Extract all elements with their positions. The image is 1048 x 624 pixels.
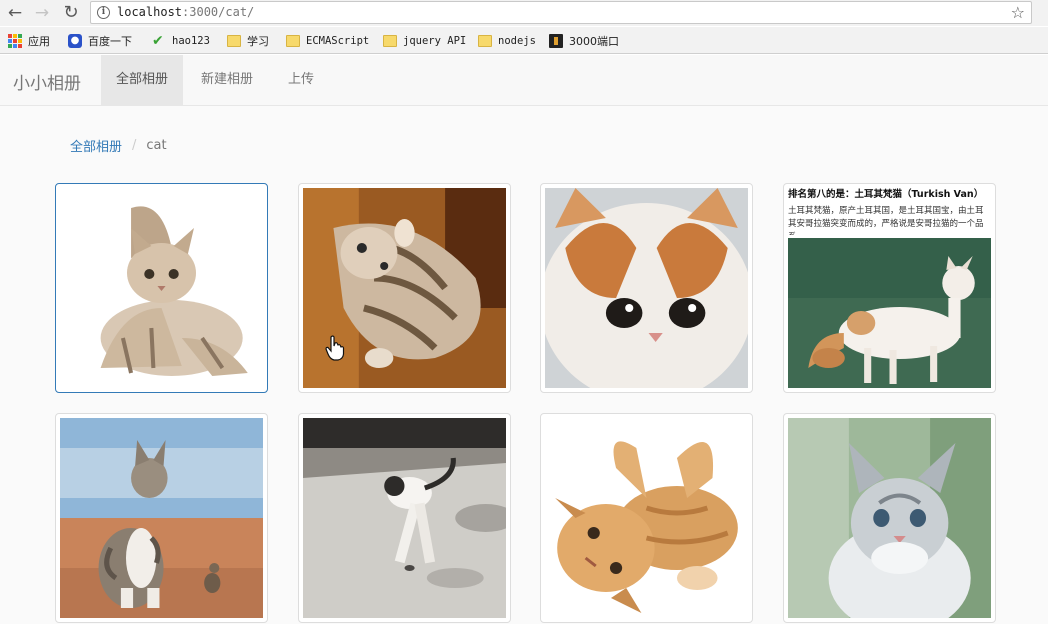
cat-photo xyxy=(60,188,263,388)
brand-title[interactable]: 小小相册 xyxy=(13,69,81,94)
nav-all-albums[interactable]: 全部相册 xyxy=(101,55,184,105)
nav-upload[interactable]: 上传 xyxy=(273,55,329,105)
bookmarks-bar: 应用 ● 百度一下 ✔ hao123 学习 ECMAScript jquery … xyxy=(0,27,1048,54)
cat-photo xyxy=(788,238,991,388)
bookmark-folder-jquery[interactable]: jquery API xyxy=(383,32,466,49)
address-bar[interactable]: i localhost:3000/cat/ ☆ xyxy=(90,1,1032,24)
folder-icon xyxy=(383,35,397,47)
reload-icon[interactable]: ↻ xyxy=(60,2,82,24)
photo-thumbnail[interactable] xyxy=(540,183,753,393)
folder-icon xyxy=(227,35,241,47)
info-icon[interactable]: i xyxy=(97,6,110,19)
photo-thumbnail[interactable] xyxy=(55,413,268,623)
bookmark-folder-nodejs[interactable]: nodejs xyxy=(478,32,536,49)
bookmark-star-icon[interactable]: ☆ xyxy=(1011,2,1025,23)
url-text[interactable]: localhost:3000/cat/ xyxy=(117,5,254,19)
breadcrumb-current: cat xyxy=(146,138,167,153)
photo-thumbnail[interactable] xyxy=(298,413,511,623)
site-navbar: 小小相册 全部相册 新建相册 上传 xyxy=(0,55,1048,106)
bookmark-hao123[interactable]: ✔ hao123 xyxy=(152,32,210,49)
baidu-paw-icon: ● xyxy=(68,33,82,48)
photo-thumbnail[interactable] xyxy=(540,413,753,623)
photo-thumbnail[interactable] xyxy=(298,183,511,393)
hao123-icon: ✔ xyxy=(152,32,164,49)
back-arrow-icon[interactable]: ← xyxy=(4,2,26,24)
photo-thumbnail[interactable] xyxy=(783,413,996,623)
nav-new-album[interactable]: 新建相册 xyxy=(186,55,268,105)
breadcrumb: 全部相册 / cat xyxy=(70,136,167,155)
photo-thumbnail[interactable] xyxy=(55,183,268,393)
breadcrumb-separator: / xyxy=(132,138,137,153)
bookmark-baidu[interactable]: ● 百度一下 xyxy=(68,32,132,49)
cat-photo xyxy=(545,188,748,388)
bookmark-folder-study[interactable]: 学习 xyxy=(227,32,269,49)
folder-icon xyxy=(286,35,300,47)
bookmark-port-3000[interactable]: 3000端口 xyxy=(549,32,619,49)
folder-icon xyxy=(478,35,492,47)
photo-caption-text: 土耳其梵猫，原产土耳其国，是土耳其国宝，由土耳其安哥拉猫突变而成的，严格说是安哥… xyxy=(788,206,984,235)
cat-photo xyxy=(60,418,263,618)
cat-photo xyxy=(303,188,506,388)
photo-caption-title: 排名第八的是：土耳其梵猫（Turkish Van） xyxy=(788,189,984,200)
cat-photo xyxy=(545,418,748,618)
apps-grid-icon xyxy=(8,33,22,48)
forward-arrow-icon[interactable]: → xyxy=(31,2,53,24)
browser-toolbar: ← → ↻ i localhost:3000/cat/ ☆ xyxy=(0,0,1048,26)
photo-info-card: 排名第八的是：土耳其梵猫（Turkish Van） 土耳其梵猫，原产土耳其国，是… xyxy=(788,188,991,388)
cat-photo xyxy=(303,418,506,618)
cat-photo xyxy=(788,418,991,618)
bookmark-apps[interactable]: 应用 xyxy=(8,32,50,49)
bookmark-folder-ecmascript[interactable]: ECMAScript xyxy=(286,32,369,49)
photo-thumbnail[interactable]: 排名第八的是：土耳其梵猫（Turkish Van） 土耳其梵猫，原产土耳其国，是… xyxy=(783,183,996,393)
breadcrumb-link-all-albums[interactable]: 全部相册 xyxy=(70,136,122,155)
page-icon xyxy=(549,33,563,48)
